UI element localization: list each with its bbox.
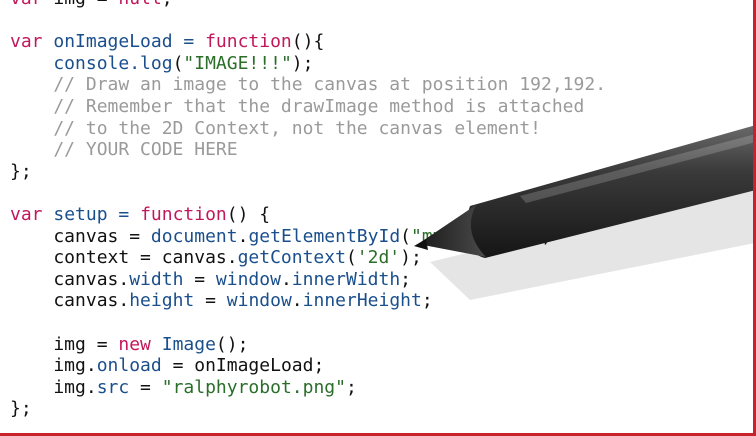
code-token: img.: [10, 376, 97, 398]
code-line: img.src = "ralphyrobot.png";: [10, 377, 606, 399]
code-token: =: [194, 290, 227, 312]
code-token: function: [205, 31, 292, 53]
code-token: canvas.: [10, 290, 130, 312]
code-token: img.: [10, 355, 97, 377]
code-token: new: [118, 333, 151, 355]
code-token: img =: [10, 333, 119, 355]
code-line: canvas.height = window.innerHeight;: [10, 290, 606, 312]
code-token: };: [10, 160, 32, 182]
code-token: onImageLoad =: [42, 31, 206, 53]
code-token: null: [118, 0, 161, 9]
code-token: height: [129, 290, 195, 312]
code-token: innerHeight: [302, 290, 422, 312]
code-token: var: [10, 203, 43, 225]
code-line: // Draw an image to the canvas at positi…: [10, 74, 606, 96]
code-token: canvas =: [10, 225, 151, 247]
code-token: =: [129, 376, 162, 398]
code-line: // YOUR CODE HERE: [10, 139, 606, 161]
code-token: var: [10, 31, 43, 53]
code-token: (: [172, 52, 184, 74]
video-frame: var img = null; var onImageLoad = functi…: [0, 0, 756, 436]
code-token: ;: [345, 376, 357, 398]
code-line: console.log("IMAGE!!!");: [10, 53, 606, 75]
code-line: var setup = function() {: [10, 204, 606, 226]
code-token: window: [215, 268, 281, 290]
code-token: );: [400, 247, 422, 269]
code-token: onload: [96, 355, 162, 377]
code-line: };: [10, 161, 606, 183]
code-token: getElementById: [248, 225, 401, 247]
code-token: (: [345, 247, 357, 269]
code-line: var img = null;: [10, 0, 606, 10]
code-line: img.onload = onImageLoad;: [10, 355, 606, 377]
code-line: img = new Image();: [10, 334, 606, 356]
code-token: ;: [162, 0, 173, 9]
code-token: innerWidth: [291, 268, 401, 290]
code-token: var: [10, 0, 43, 9]
code-token: // Draw an image to the canvas at positi…: [10, 74, 607, 96]
code-token: console.: [10, 52, 141, 74]
code-token: src: [96, 376, 130, 398]
code-token: log: [140, 52, 173, 74]
code-token: img =: [43, 0, 119, 9]
code-token: (){: [291, 31, 325, 53]
code-token: '2d': [356, 247, 401, 269]
code-token: "IMAGE!!!": [183, 52, 292, 74]
code-token: );: [291, 52, 314, 74]
code-token: function: [140, 203, 227, 225]
code-token: .: [280, 268, 292, 290]
code-line: // to the 2D Context, not the canvas ele…: [10, 118, 606, 140]
code-token: window: [226, 290, 292, 312]
code-token: .: [291, 290, 303, 312]
code-line: };: [10, 398, 606, 420]
code-editor: var img = null; var onImageLoad = functi…: [10, 0, 606, 420]
code-token: setup =: [42, 203, 141, 225]
code-token: // Remember that the drawImage method is…: [10, 95, 585, 117]
code-token: context = canvas.: [10, 247, 238, 269]
code-token: // YOUR CODE HERE: [10, 139, 238, 161]
code-token: ();: [215, 333, 249, 355]
code-token: canvas.: [10, 268, 130, 290]
code-token: = onImageLoad;: [161, 355, 325, 377]
code-line: // Remember that the drawImage method is…: [10, 96, 606, 118]
code-token: "my_canvas": [411, 225, 531, 247]
code-token: .: [237, 225, 249, 247]
code-token: );: [530, 225, 552, 247]
code-token: =: [183, 268, 216, 290]
code-token: () {: [226, 203, 271, 225]
code-line: canvas = document.getElementById("my_can…: [10, 226, 606, 248]
code-token: "ralphyrobot.png": [161, 376, 346, 398]
code-token: document: [150, 225, 238, 247]
code-token: width: [129, 268, 184, 290]
code-token: Image: [161, 333, 216, 355]
code-token: ;: [400, 268, 412, 290]
code-token: };: [10, 398, 32, 420]
code-token: // to the 2D Context, not the canvas ele…: [10, 117, 542, 139]
code-line: context = canvas.getContext('2d');: [10, 247, 606, 269]
code-token: ;: [421, 290, 433, 312]
code-line: canvas.width = window.innerWidth;: [10, 269, 606, 291]
code-token: (: [400, 225, 411, 247]
code-token: getContext: [237, 247, 346, 269]
code-line: var onImageLoad = function(){: [10, 31, 606, 53]
